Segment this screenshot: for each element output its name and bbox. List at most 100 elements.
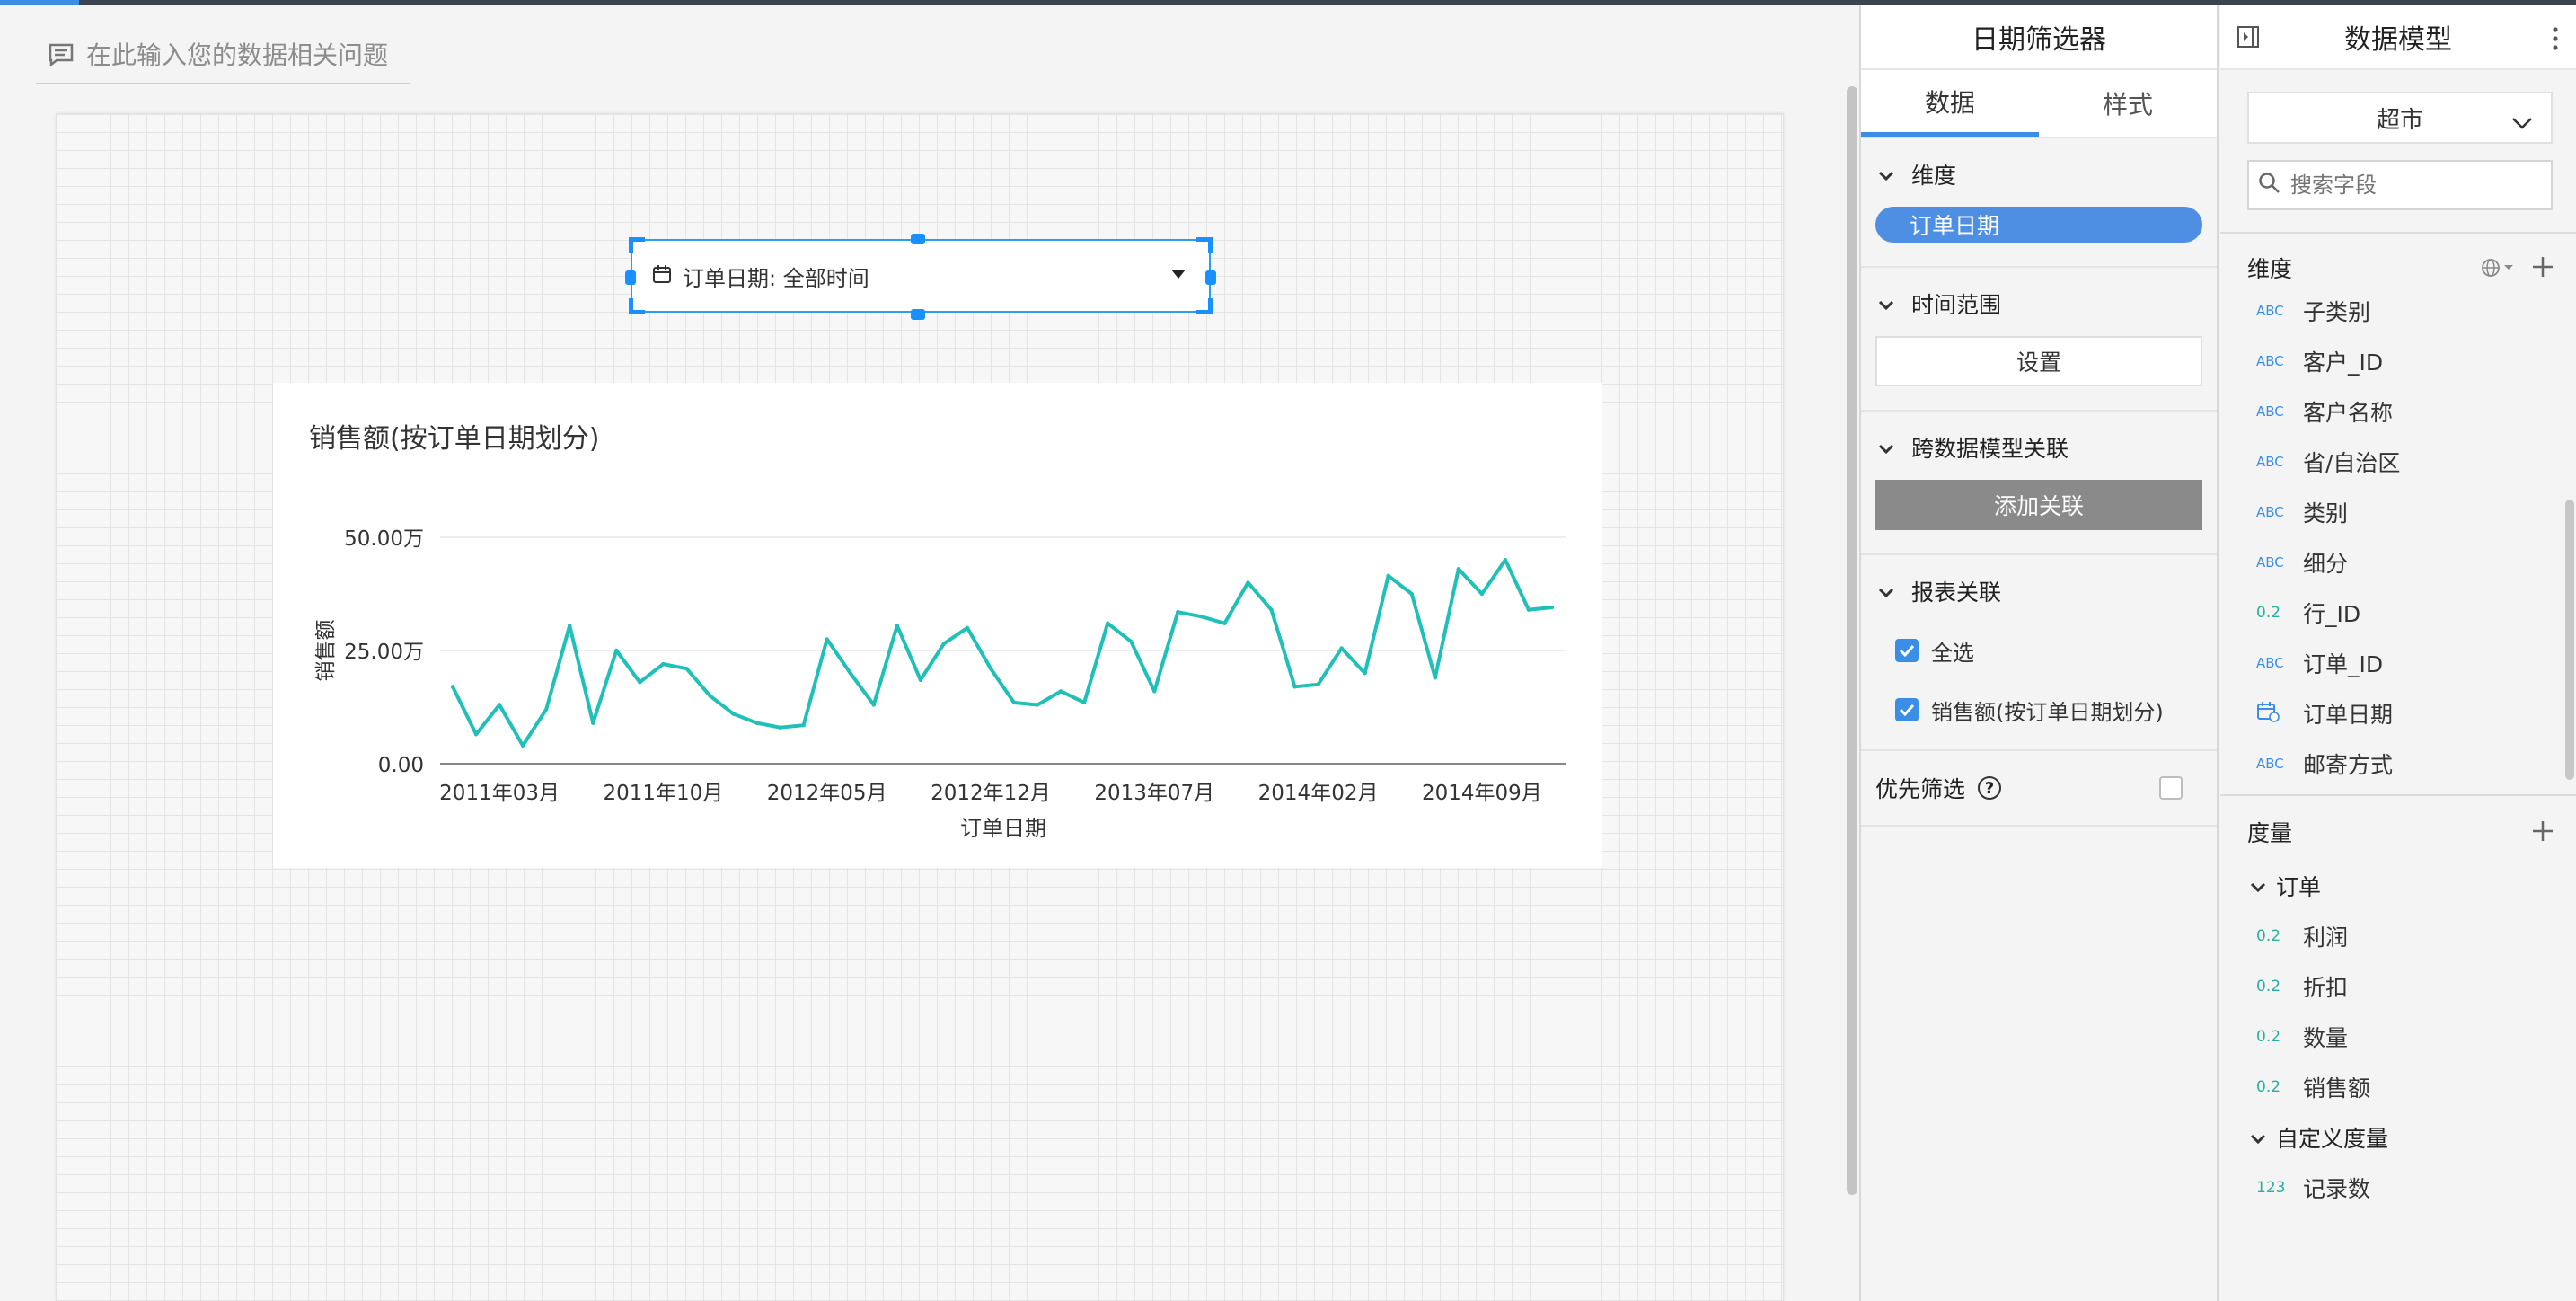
- field-item[interactable]: 0.2 数量: [2220, 1012, 2576, 1062]
- chevron-down-icon: [2249, 1125, 2276, 1151]
- resize-handle-top[interactable]: [911, 234, 925, 244]
- cross-model-section-title: 跨数据模型关联: [1911, 436, 2069, 462]
- resize-corner-br[interactable]: [1196, 298, 1213, 314]
- data-model-header: 数据模型: [2220, 5, 2576, 70]
- time-range-section-title: 时间范围: [1911, 292, 2002, 318]
- field-search-input[interactable]: [2290, 173, 2533, 198]
- field-item[interactable]: 0.2 销售额: [2220, 1062, 2576, 1112]
- data-point: [1081, 700, 1087, 705]
- field-type-icon: 0.2: [2256, 927, 2281, 945]
- report-link-section-header[interactable]: 报表关联: [1875, 575, 2202, 607]
- measures-group-header: 度量: [2220, 814, 2576, 850]
- data-point: [965, 625, 970, 630]
- chevron-down-icon: [2511, 110, 2533, 137]
- resize-corner-bl[interactable]: [629, 298, 645, 314]
- panel-divider: [2220, 232, 2576, 234]
- data-point: [520, 743, 525, 748]
- field-item[interactable]: 0.2 利润: [2220, 911, 2576, 961]
- field-item[interactable]: ABC 客户名称: [2220, 386, 2576, 437]
- field-list-scrollbar[interactable]: [2565, 500, 2574, 780]
- chart-title: 销售额(按订单日期划分): [309, 423, 599, 455]
- field-label: 客户名称: [2303, 400, 2394, 426]
- add-dimension-icon[interactable]: [2531, 255, 2554, 284]
- more-options-icon[interactable]: [2553, 27, 2558, 54]
- field-type-icon: 0.2: [2256, 978, 2281, 996]
- field-item[interactable]: 0.2 行_ID: [2220, 588, 2576, 638]
- help-icon[interactable]: ?: [1978, 776, 2002, 800]
- search-icon: [2258, 172, 2281, 199]
- field-item[interactable]: ABC 类别: [2220, 487, 2576, 537]
- field-item[interactable]: ABC 细分: [2220, 537, 2576, 588]
- data-point: [1199, 615, 1204, 619]
- y-tick-label: 0.00: [378, 754, 424, 777]
- field-type-icon: ABC: [2256, 303, 2284, 319]
- y-tick-label: 50.00万: [344, 527, 424, 551]
- field-item[interactable]: ABC 邮寄方式: [2220, 739, 2576, 789]
- report-link-select-all[interactable]: 全选: [1875, 624, 2202, 677]
- data-point: [1058, 689, 1063, 694]
- data-point: [684, 666, 689, 671]
- dataset-select-value: 超市: [2376, 106, 2423, 134]
- resize-handle-bottom[interactable]: [911, 309, 925, 320]
- dimension-section-header[interactable]: 维度: [1875, 158, 2202, 190]
- field-item[interactable]: 订单日期: [2220, 688, 2576, 739]
- x-tick-label: 2013年07月: [1094, 782, 1214, 805]
- time-range-section-header[interactable]: 时间范围: [1875, 288, 2202, 320]
- measure-group-custom[interactable]: 自定义度量: [2220, 1112, 2576, 1163]
- data-point: [638, 680, 642, 685]
- chevron-down-icon: [1877, 162, 1902, 188]
- data-point: [708, 694, 712, 698]
- field-label: 利润: [2303, 925, 2349, 951]
- time-range-settings-button[interactable]: 设置: [1875, 336, 2202, 386]
- field-label: 折扣: [2303, 975, 2349, 1001]
- cross-model-section: 跨数据模型关联 添加关联: [1861, 412, 2217, 555]
- resize-corner-tr[interactable]: [1196, 237, 1213, 253]
- add-link-button[interactable]: 添加关联: [1875, 480, 2202, 530]
- resize-handle-left[interactable]: [625, 270, 636, 285]
- field-item[interactable]: ABC 省/自治区: [2220, 437, 2576, 487]
- tab-style[interactable]: 样式: [2039, 70, 2217, 137]
- resize-corner-tl[interactable]: [629, 237, 645, 253]
- ask-question-bar[interactable]: [36, 27, 410, 84]
- field-item[interactable]: 0.2 折扣: [2220, 961, 2576, 1012]
- data-point: [473, 732, 479, 737]
- dimension-section: 维度 订单日期: [1861, 138, 2217, 268]
- dimension-pill-order-date[interactable]: 订单日期: [1875, 207, 2202, 243]
- field-item[interactable]: ABC 子类别: [2220, 286, 2576, 336]
- cross-model-section-header[interactable]: 跨数据模型关联: [1875, 431, 2202, 464]
- chevron-down-icon: [1877, 579, 1902, 605]
- globe-icon[interactable]: [2481, 257, 2517, 284]
- ask-question-input[interactable]: [86, 40, 392, 70]
- select-all-label: 全选: [1931, 640, 1974, 666]
- filter-settings-panel: 日期筛选器 数据 样式 维度 订单日期 时间范围 设置 跨数据模型关联 添加关联…: [1859, 5, 2219, 1301]
- report-link-section: 报表关联 全选 销售额(按订单日期划分): [1861, 555, 2217, 751]
- checkbox-checked[interactable]: [1895, 698, 1919, 721]
- canvas-scrollbar[interactable]: [1847, 86, 1857, 1195]
- date-filter-widget[interactable]: 订单日期: 全部时间: [625, 234, 1216, 320]
- field-item[interactable]: ABC 客户_ID: [2220, 336, 2576, 386]
- field-search-box[interactable]: [2247, 160, 2553, 210]
- add-measure-icon[interactable]: [2531, 819, 2554, 848]
- measure-group-orders[interactable]: 订单: [2220, 861, 2576, 911]
- tab-data[interactable]: 数据: [1861, 70, 2039, 137]
- checkbox-checked[interactable]: [1895, 639, 1919, 662]
- resize-handle-right[interactable]: [1205, 270, 1216, 285]
- x-tick-label: 2011年10月: [603, 782, 723, 805]
- priority-filter-checkbox[interactable]: [2159, 776, 2183, 800]
- sales-line-chart-card[interactable]: 销售额(按订单日期划分) 50.00万 25.00万 0.00 销售额 2011年03月 2…: [273, 383, 1602, 868]
- data-point: [1433, 676, 1437, 680]
- field-item[interactable]: 123 记录数: [2220, 1163, 2576, 1213]
- report-link-sales-chart[interactable]: 销售额(按订单日期划分): [1875, 683, 2202, 737]
- field-type-icon: ABC: [2256, 655, 2284, 671]
- field-label: 子类别: [2303, 299, 2371, 325]
- time-range-section: 时间范围 设置: [1861, 268, 2217, 412]
- y-axis-label: 销售额: [314, 620, 338, 682]
- measure-group-orders-label: 订单: [2276, 874, 2322, 900]
- field-label: 销售额: [2303, 1075, 2371, 1102]
- caret-down-icon[interactable]: [1171, 270, 1186, 279]
- field-type-icon: 0.2: [2256, 1078, 2281, 1096]
- dataset-select[interactable]: 超市: [2247, 92, 2553, 144]
- priority-filter-row: 优先筛选 ?: [1861, 751, 2217, 827]
- field-item[interactable]: ABC 订单_ID: [2220, 638, 2576, 688]
- field-label: 订单日期: [2303, 702, 2394, 728]
